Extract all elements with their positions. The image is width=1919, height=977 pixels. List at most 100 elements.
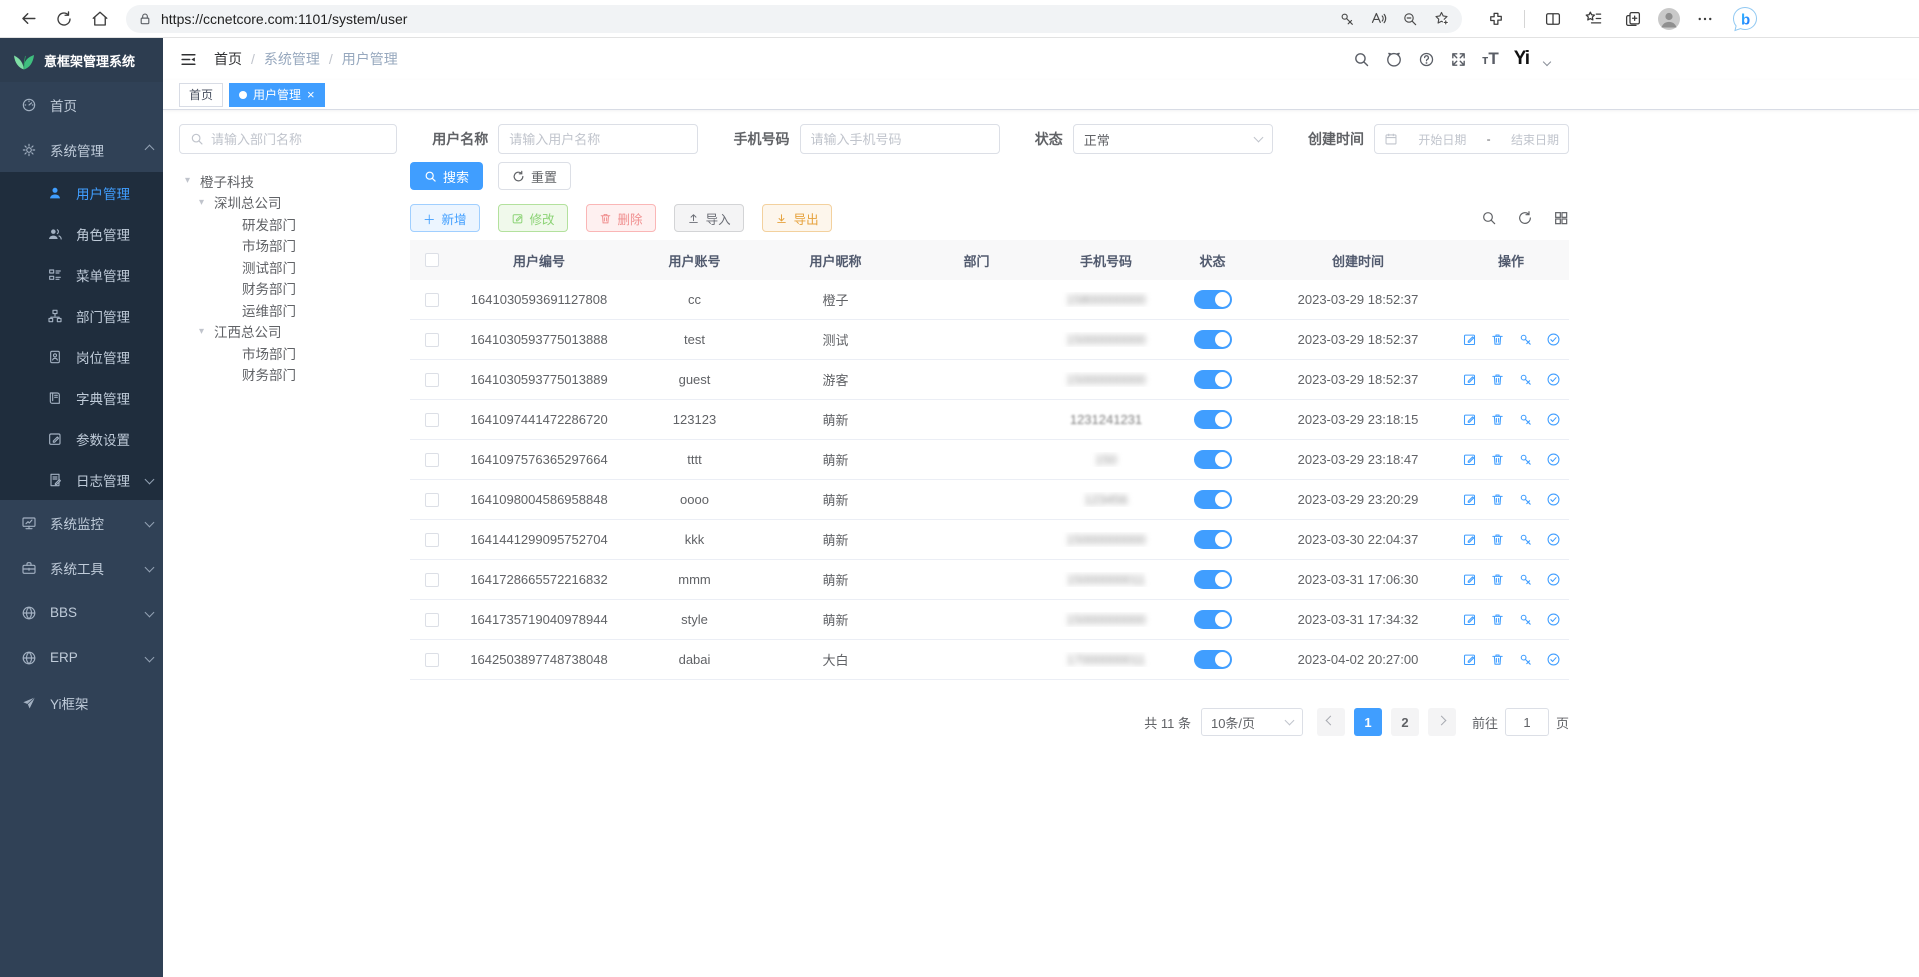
op-edit-icon[interactable]: [1462, 452, 1477, 467]
status-toggle[interactable]: [1194, 650, 1232, 669]
op-delete-icon[interactable]: [1490, 492, 1505, 507]
row-checkbox[interactable]: [425, 573, 439, 587]
sidebar-item-system-monitor[interactable]: 系统监控: [0, 500, 163, 545]
more-menu-icon[interactable]: [1689, 4, 1721, 34]
op-delete-icon[interactable]: [1490, 412, 1505, 427]
op-key-icon[interactable]: [1518, 572, 1533, 587]
row-checkbox[interactable]: [425, 333, 439, 347]
op-edit-icon[interactable]: [1462, 492, 1477, 507]
password-key-icon[interactable]: [1339, 11, 1355, 27]
op-edit-icon[interactable]: [1462, 532, 1477, 547]
op-key-icon[interactable]: [1518, 652, 1533, 667]
sidebar-item-system-mgmt[interactable]: 系统管理: [0, 127, 163, 172]
row-checkbox[interactable]: [425, 413, 439, 427]
table-search-icon[interactable]: [1481, 210, 1497, 226]
op-key-icon[interactable]: [1518, 372, 1533, 387]
goto-page-input[interactable]: [1505, 708, 1549, 736]
tree-node[interactable]: ▾江西总公司: [179, 321, 397, 343]
op-key-icon[interactable]: [1518, 452, 1533, 467]
op-edit-icon[interactable]: [1462, 412, 1477, 427]
sidebar-item-menu-mgmt[interactable]: 菜单管理: [0, 254, 163, 295]
tree-node[interactable]: ▾橙子科技: [179, 170, 397, 192]
date-end-placeholder[interactable]: 结束日期: [1511, 131, 1559, 148]
tree-node[interactable]: 市场部门: [179, 342, 397, 364]
favorites-bar-icon[interactable]: [1577, 4, 1609, 34]
copilot-bing-icon[interactable]: b: [1729, 4, 1761, 34]
caret-down-icon[interactable]: ▾: [199, 197, 214, 208]
tab-home[interactable]: 首页: [179, 83, 223, 107]
op-edit-icon[interactable]: [1462, 572, 1477, 587]
status-toggle[interactable]: [1194, 530, 1232, 549]
row-checkbox[interactable]: [425, 533, 439, 547]
row-checkbox[interactable]: [425, 613, 439, 627]
table-refresh-icon[interactable]: [1517, 210, 1533, 226]
help-icon[interactable]: [1418, 51, 1435, 68]
header-search-icon[interactable]: [1353, 51, 1370, 68]
add-button[interactable]: ＋新增: [410, 204, 480, 232]
op-delete-icon[interactable]: [1490, 332, 1505, 347]
op-check-icon[interactable]: [1546, 532, 1561, 547]
app-logo[interactable]: 意框架管理系统: [0, 38, 163, 82]
row-checkbox[interactable]: [425, 493, 439, 507]
op-delete-icon[interactable]: [1490, 452, 1505, 467]
op-delete-icon[interactable]: [1490, 572, 1505, 587]
row-checkbox[interactable]: [425, 373, 439, 387]
tree-node[interactable]: 财务部门: [179, 364, 397, 386]
op-delete-icon[interactable]: [1490, 532, 1505, 547]
sidebar-item-log-mgmt[interactable]: 日志管理: [0, 459, 163, 500]
op-check-icon[interactable]: [1546, 612, 1561, 627]
lock-icon[interactable]: [138, 12, 152, 26]
sidebar-item-yi-framework[interactable]: Yi框架: [0, 680, 163, 725]
sidebar-item-erp[interactable]: ERP: [0, 635, 163, 680]
row-checkbox[interactable]: [425, 453, 439, 467]
sidebar-item-dept-mgmt[interactable]: 部门管理: [0, 295, 163, 336]
github-icon[interactable]: [1385, 50, 1403, 68]
reset-button[interactable]: 重置: [498, 162, 571, 190]
sidebar-item-dict-mgmt[interactable]: 字典管理: [0, 377, 163, 418]
status-toggle[interactable]: [1194, 370, 1232, 389]
delete-button[interactable]: 删除: [586, 204, 656, 232]
caret-down-icon[interactable]: ▾: [199, 326, 214, 337]
tree-node[interactable]: 研发部门: [179, 213, 397, 235]
refresh-icon[interactable]: [48, 4, 80, 34]
tree-node[interactable]: 财务部门: [179, 278, 397, 300]
sidebar-item-user-mgmt[interactable]: 用户管理: [0, 172, 163, 213]
search-button[interactable]: 搜索: [410, 162, 483, 190]
select-all-checkbox[interactable]: [425, 253, 439, 267]
status-toggle[interactable]: [1194, 450, 1232, 469]
read-aloud-icon[interactable]: [1370, 10, 1387, 27]
collections-add-icon[interactable]: [1617, 4, 1649, 34]
phone-input[interactable]: [811, 132, 989, 147]
sidebar-item-post-mgmt[interactable]: 岗位管理: [0, 336, 163, 377]
split-screen-icon[interactable]: [1537, 4, 1569, 34]
status-toggle[interactable]: [1194, 610, 1232, 629]
import-button[interactable]: 导入: [674, 204, 744, 232]
home-icon[interactable]: [84, 4, 116, 34]
profile-avatar-icon[interactable]: [1657, 7, 1681, 31]
row-checkbox[interactable]: [425, 293, 439, 307]
status-toggle[interactable]: [1194, 490, 1232, 509]
op-delete-icon[interactable]: [1490, 612, 1505, 627]
fullscreen-icon[interactable]: [1450, 51, 1467, 68]
tree-node[interactable]: 运维部门: [179, 299, 397, 321]
user-avatar-logo[interactable]: Yi: [1514, 48, 1529, 70]
tree-node[interactable]: 市场部门: [179, 235, 397, 257]
op-check-icon[interactable]: [1546, 492, 1561, 507]
op-check-icon[interactable]: [1546, 652, 1561, 667]
extensions-icon[interactable]: [1480, 4, 1512, 34]
status-toggle[interactable]: [1194, 330, 1232, 349]
status-toggle[interactable]: [1194, 290, 1232, 309]
date-range-picker[interactable]: 开始日期 - 结束日期: [1374, 124, 1569, 154]
caret-down-icon[interactable]: ▾: [185, 175, 200, 186]
op-edit-icon[interactable]: [1462, 332, 1477, 347]
status-toggle[interactable]: [1194, 570, 1232, 589]
op-edit-icon[interactable]: [1462, 612, 1477, 627]
address-bar[interactable]: https://ccnetcore.com:1101/system/user: [126, 5, 1462, 33]
op-delete-icon[interactable]: [1490, 652, 1505, 667]
favorite-star-add-icon[interactable]: [1433, 10, 1450, 27]
page-button-2[interactable]: 2: [1391, 708, 1419, 736]
op-key-icon[interactable]: [1518, 332, 1533, 347]
op-check-icon[interactable]: [1546, 452, 1561, 467]
page-button-1[interactable]: 1: [1354, 708, 1382, 736]
op-check-icon[interactable]: [1546, 412, 1561, 427]
